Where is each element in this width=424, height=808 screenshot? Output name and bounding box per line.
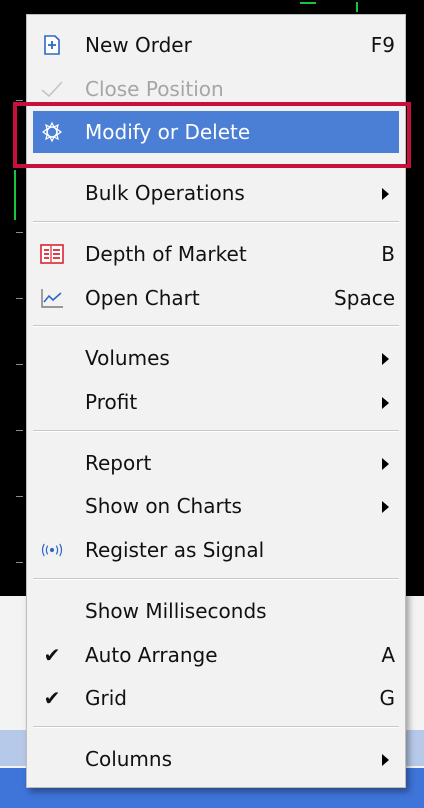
shortcut-label: B — [381, 242, 395, 266]
chart-line-icon — [39, 285, 65, 311]
plus-box-icon — [39, 32, 65, 58]
axis-tick — [16, 232, 23, 233]
shortcut-label: Space — [334, 286, 395, 310]
menu-item-label: Profit — [85, 390, 138, 414]
candle-wick — [356, 2, 358, 12]
axis-tick — [16, 496, 23, 497]
menu-item-report[interactable]: Report — [33, 442, 399, 484]
menu-item-close-position[interactable]: Close Position — [33, 68, 399, 110]
checkmark-icon: ✔ — [43, 643, 61, 667]
menu-item-label: New Order — [85, 33, 192, 57]
menu-separator — [33, 578, 399, 580]
context-menu: New Order F9 Close Position Modify or De… — [26, 14, 406, 788]
screen: New Order F9 Close Position Modify or De… — [0, 0, 424, 808]
menu-separator — [33, 221, 399, 223]
candle-wick — [14, 170, 16, 220]
submenu-arrow-icon — [382, 458, 389, 470]
checkmark-icon: ✔ — [43, 686, 61, 710]
shortcut-label: G — [379, 686, 396, 710]
menu-item-label: Grid — [85, 686, 127, 710]
signal-broadcast-icon — [39, 537, 65, 563]
menu-item-volumes[interactable]: Volumes — [33, 337, 399, 379]
submenu-arrow-icon — [382, 353, 389, 365]
menu-item-label: Bulk Operations — [85, 181, 245, 205]
menu-item-label: Register as Signal — [85, 538, 265, 562]
menu-item-label: Report — [85, 451, 152, 475]
axis-tick — [16, 100, 23, 101]
menu-item-label: Auto Arrange — [85, 643, 218, 667]
gear-icon — [39, 119, 65, 145]
axis-tick — [16, 298, 23, 299]
menu-item-new-order[interactable]: New Order F9 — [33, 24, 399, 66]
submenu-arrow-icon — [382, 501, 389, 513]
menu-item-label: Modify or Delete — [85, 120, 251, 144]
menu-item-label: Show Milliseconds — [85, 599, 267, 623]
menu-separator — [33, 430, 399, 432]
menu-item-label: Depth of Market — [85, 242, 247, 266]
submenu-arrow-icon — [382, 188, 389, 200]
shortcut-label: F9 — [370, 33, 395, 57]
menu-item-show-milliseconds[interactable]: Show Milliseconds — [33, 590, 399, 632]
menu-item-label: Columns — [85, 747, 173, 771]
menu-item-label: Show on Charts — [85, 494, 242, 518]
menu-item-label: Open Chart — [85, 286, 200, 310]
check-icon — [39, 76, 65, 102]
menu-separator — [33, 325, 399, 327]
menu-item-bulk-operations[interactable]: Bulk Operations — [33, 172, 399, 214]
submenu-arrow-icon — [382, 754, 389, 766]
menu-item-show-on-charts[interactable]: Show on Charts — [33, 485, 399, 527]
axis-tick — [16, 364, 23, 365]
axis-tick — [16, 562, 23, 563]
menu-item-depth-of-market[interactable]: Depth of Market B — [33, 233, 399, 275]
menu-item-auto-arrange[interactable]: ✔ Auto Arrange A — [33, 634, 399, 676]
menu-item-open-chart[interactable]: Open Chart Space — [33, 277, 399, 319]
chart-line-segment — [300, 2, 316, 4]
menu-item-label: Close Position — [85, 77, 224, 101]
axis-tick — [16, 430, 23, 431]
menu-separator — [33, 726, 399, 728]
menu-item-columns[interactable]: Columns — [33, 738, 399, 780]
menu-item-grid[interactable]: ✔ Grid G — [33, 677, 399, 719]
axis-tick — [16, 166, 23, 167]
depth-of-market-icon — [39, 241, 65, 267]
menu-item-profit[interactable]: Profit — [33, 381, 399, 423]
menu-item-modify-or-delete[interactable]: Modify or Delete — [33, 111, 399, 153]
menu-item-register-as-signal[interactable]: Register as Signal — [33, 529, 399, 571]
menu-item-label: Volumes — [85, 346, 170, 370]
submenu-arrow-icon — [382, 397, 389, 409]
menu-separator — [33, 165, 399, 167]
shortcut-label: A — [381, 643, 395, 667]
